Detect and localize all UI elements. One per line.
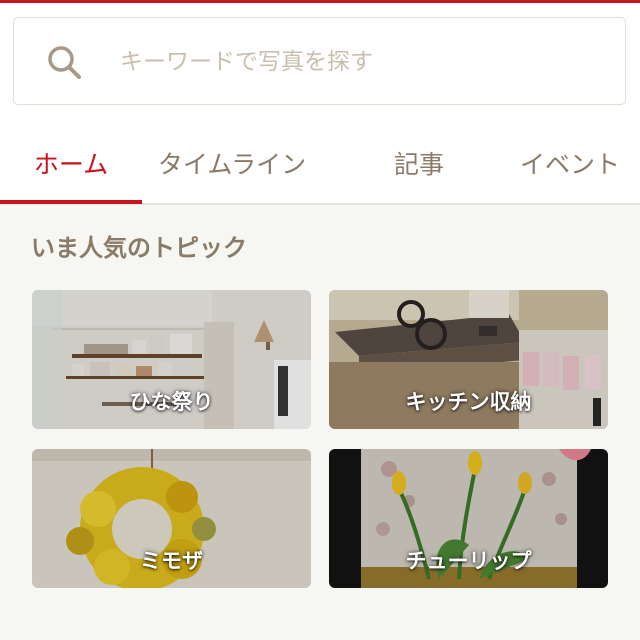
tab-timeline[interactable]: タイムライン [142,121,322,205]
topic-card-hinamatsuri[interactable]: ひな祭り [32,290,311,429]
tab-bar: ホーム タイムライン 記事 イベント [0,121,640,205]
search-box[interactable] [13,17,626,105]
topic-card-mimosa[interactable]: ミモザ [32,449,311,588]
topic-label: チューリップ [405,549,532,573]
search-header [0,3,640,121]
topic-label: ミモザ [140,549,203,573]
search-icon [48,46,81,79]
topic-card-kitchen-storage[interactable]: キッチン収納 [329,290,608,429]
tab-articles[interactable]: 記事 [352,121,486,205]
tab-home[interactable]: ホーム [0,121,142,205]
topic-label: キッチン収納 [405,390,532,414]
topic-card-tulip[interactable]: チューリップ [329,449,608,588]
topic-label: ひな祭り [129,390,214,414]
search-input[interactable] [120,38,600,86]
section-title: いま人気のトピック [31,234,247,262]
tab-events[interactable]: イベント [500,121,640,205]
active-tab-indicator [0,200,142,204]
